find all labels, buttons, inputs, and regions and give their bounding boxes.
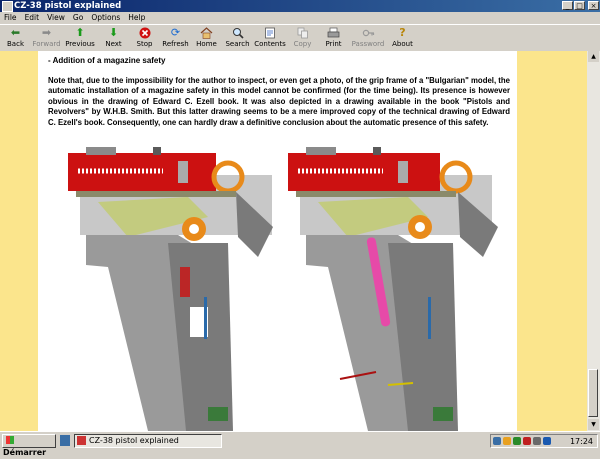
menu-file[interactable]: File xyxy=(0,12,21,23)
key-icon xyxy=(361,26,375,39)
minimize-button[interactable]: _ xyxy=(562,1,573,10)
contents-icon xyxy=(263,26,277,39)
arrow-up-icon: ⬆ xyxy=(75,26,85,39)
vertical-scrollbar[interactable]: ▲ ▼ xyxy=(587,51,600,431)
body-paragraph: Note that, due to the impossibility for … xyxy=(48,76,510,127)
print-button[interactable]: Print xyxy=(318,25,349,51)
refresh-button[interactable]: ⟳ Refresh xyxy=(160,25,191,51)
copy-icon xyxy=(296,26,310,39)
start-button[interactable]: Démarrer xyxy=(2,434,56,457)
toolbar: ⬅ Back ➡ Forward ⬆ Previous ⬇ Next Stop … xyxy=(0,24,600,52)
stop-icon xyxy=(138,26,152,39)
app-icon xyxy=(77,436,86,445)
search-icon xyxy=(231,26,245,39)
copy-button[interactable]: Copy xyxy=(287,25,318,51)
window-title: CZ-38 pistol explained xyxy=(14,1,122,11)
section-heading: - Addition of a magazine safety xyxy=(48,56,166,65)
maximize-button[interactable]: □ xyxy=(574,1,585,10)
right-side-panel xyxy=(517,51,587,431)
menu-edit[interactable]: Edit xyxy=(21,12,44,23)
stop-button[interactable]: Stop xyxy=(129,25,160,51)
menu-bar: File Edit View Go Options Help xyxy=(0,12,600,23)
help-icon: ? xyxy=(399,26,406,39)
password-button[interactable]: Password xyxy=(349,25,387,51)
home-button[interactable]: Home xyxy=(191,25,222,51)
tray-app-icon[interactable] xyxy=(513,437,521,445)
title-bar: CZ-38 pistol explained _ □ × xyxy=(0,0,600,12)
search-button[interactable]: Search xyxy=(222,25,253,51)
windows-logo-icon xyxy=(6,436,14,444)
app-icon xyxy=(2,1,13,12)
menu-go[interactable]: Go xyxy=(69,12,87,23)
taskbar-window-button[interactable]: CZ-38 pistol explained xyxy=(74,434,222,448)
tray-app-icon[interactable] xyxy=(543,437,551,445)
arrow-left-icon: ⬅ xyxy=(10,26,21,39)
tray-app-icon[interactable] xyxy=(503,437,511,445)
home-icon xyxy=(200,26,214,39)
clock: 17:24 xyxy=(569,436,593,446)
menu-help[interactable]: Help xyxy=(124,12,149,23)
pistol-drawing-left xyxy=(68,147,273,431)
contents-button[interactable]: Contents xyxy=(253,25,287,51)
menu-view[interactable]: View xyxy=(43,12,69,23)
arrow-down-icon: ⬇ xyxy=(108,26,119,39)
tray-volume-icon[interactable] xyxy=(533,437,541,445)
scroll-up-icon[interactable]: ▲ xyxy=(588,51,599,62)
tray-network-icon[interactable] xyxy=(493,437,501,445)
quicklaunch-icon[interactable] xyxy=(60,435,70,446)
print-icon xyxy=(327,26,341,39)
arrow-right-icon: ➡ xyxy=(41,26,52,39)
next-button[interactable]: ⬇ Next xyxy=(98,25,129,51)
previous-button[interactable]: ⬆ Previous xyxy=(62,25,98,51)
pistol-drawing-right xyxy=(288,147,498,431)
system-tray: 17:24 xyxy=(490,434,598,448)
scroll-down-icon[interactable]: ▼ xyxy=(588,419,599,430)
menu-options[interactable]: Options xyxy=(87,12,124,23)
content-area: ▲ ▼ - Addition of a magazine safety Note… xyxy=(0,51,600,431)
scrollbar-thumb[interactable] xyxy=(588,369,598,417)
about-button[interactable]: ? About xyxy=(387,25,418,51)
document-page: - Addition of a magazine safety Note tha… xyxy=(38,51,517,431)
forward-button[interactable]: ➡ Forward xyxy=(31,25,62,51)
left-side-panel xyxy=(0,51,38,431)
tray-security-icon[interactable] xyxy=(523,437,531,445)
taskbar: Démarrer CZ-38 pistol explained 17:24 xyxy=(0,431,600,457)
close-button[interactable]: × xyxy=(588,1,599,10)
back-button[interactable]: ⬅ Back xyxy=(0,25,31,51)
refresh-icon: ⟳ xyxy=(170,26,181,39)
